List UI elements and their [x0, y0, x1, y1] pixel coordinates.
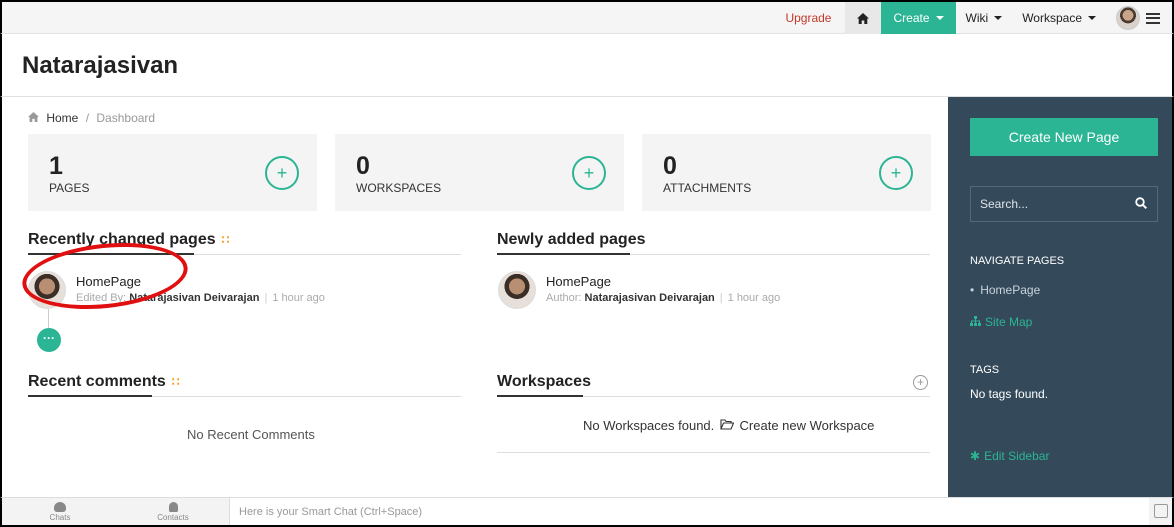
sidebar-item-label: HomePage [980, 283, 1041, 297]
chevron-down-icon [935, 16, 944, 20]
home-icon [28, 112, 39, 125]
smart-chat-field [229, 498, 1149, 525]
breadcrumb: Home / Dashboard [28, 111, 155, 125]
chat-bubble-icon [54, 502, 66, 512]
right-sidebar: Create New Page NAVIGATE PAGES • HomePage… [948, 97, 1174, 497]
page-meta: Author: Natarajasivan Deivarajan | 1 hour … [546, 292, 781, 304]
section-divider [497, 452, 930, 453]
chevron-down-icon [1088, 16, 1096, 20]
smart-chat-bar: Chats Contacts [0, 497, 1174, 527]
create-menu-button[interactable]: Create [881, 2, 956, 34]
workspaces-label: WORKSPACES [356, 181, 442, 195]
add-attachment-button[interactable]: + [879, 156, 913, 190]
dashboard-main: Home / Dashboard 1 PAGES + 0 WORKSPACES … [0, 97, 948, 497]
add-workspace-button[interactable]: + [572, 156, 606, 190]
upgrade-link[interactable]: Upgrade [775, 2, 845, 34]
no-workspaces-label: No Workspaces found. [583, 418, 715, 433]
breadcrumb-current: Dashboard [96, 111, 156, 125]
edit-sidebar-label: Edit Sidebar [984, 449, 1050, 463]
top-navbar: Upgrade Create Wiki Workspace [0, 0, 1174, 34]
avatar [1116, 6, 1140, 30]
breadcrumb-separator: / [85, 111, 90, 125]
smart-chat-input[interactable] [230, 498, 1149, 525]
contacts-tab[interactable]: Contacts [143, 502, 203, 522]
author-link[interactable]: Natarajasivan Deivarajan [585, 292, 715, 304]
workspace-menu-button[interactable]: Workspace [1012, 2, 1106, 34]
timeline-line [48, 309, 49, 328]
sitemap-icon [970, 315, 981, 329]
top-nav-menu: Upgrade Create Wiki Workspace [775, 2, 1166, 34]
recent-comments-title: Recent comments [28, 373, 166, 390]
newly-added-title: Newly added pages [497, 231, 646, 248]
search-input[interactable] [971, 187, 1131, 221]
attachments-label: ATTACHMENTS [663, 181, 752, 195]
empty-workspaces-text: No Workspaces found. Create new Workspac… [583, 418, 874, 433]
chats-label: Chats [49, 513, 71, 522]
workspaces-count: 0 [356, 152, 370, 180]
home-icon [857, 12, 870, 24]
page-header: Natarajasivan [0, 34, 1174, 97]
pages-count: 1 [49, 152, 63, 180]
avatar [498, 271, 536, 309]
rss-icon[interactable]: ∷ [222, 233, 230, 247]
create-new-page-button[interactable]: Create New Page [970, 118, 1158, 156]
recent-comments-heading: Recent comments ∷ [28, 373, 179, 391]
user-menu-button[interactable] [1106, 2, 1166, 34]
edit-sidebar-link[interactable]: ✱ Edit Sidebar [970, 449, 1049, 463]
timestamp: 1 hour ago [727, 292, 781, 304]
tags-heading: TAGS [970, 364, 1000, 376]
add-workspace-icon[interactable]: + [913, 375, 928, 390]
sidebar-search [970, 186, 1158, 222]
workspaces-stat-card: 0 WORKSPACES + [335, 134, 624, 211]
site-map-link[interactable]: Site Map [970, 315, 1032, 329]
newly-added-heading: Newly added pages [497, 231, 646, 249]
timestamp: 1 hour ago [272, 292, 325, 304]
create-menu-label: Create [893, 11, 930, 25]
workspace-menu-label: Workspace [1022, 11, 1082, 25]
page-link[interactable]: HomePage [546, 274, 611, 289]
gear-icon: ✱ [970, 449, 981, 463]
rss-icon[interactable]: ∷ [172, 375, 180, 389]
create-workspace-link[interactable]: Create new Workspace [740, 418, 875, 433]
chat-options-icon[interactable] [1154, 504, 1168, 518]
sidebar-item-homepage[interactable]: • HomePage [970, 283, 1040, 297]
breadcrumb-home-link[interactable]: Home [46, 111, 78, 125]
search-icon[interactable] [1135, 197, 1147, 209]
page-title: Natarajasivan [22, 52, 179, 79]
section-divider [497, 253, 930, 255]
workspaces-heading: Workspaces [497, 373, 591, 391]
no-tags-text: No tags found. [970, 387, 1049, 401]
navigate-pages-heading: NAVIGATE PAGES [970, 255, 1065, 267]
person-icon [168, 502, 178, 512]
wiki-menu-button[interactable]: Wiki [956, 2, 1013, 34]
wiki-menu-label: Wiki [965, 11, 989, 25]
section-divider [497, 395, 930, 397]
pages-label: PAGES [49, 181, 90, 195]
chats-tab[interactable]: Chats [30, 502, 90, 522]
more-button[interactable]: ··· [37, 328, 61, 352]
home-nav-button[interactable] [845, 2, 882, 34]
contacts-label: Contacts [157, 513, 189, 522]
add-page-button[interactable]: + [265, 156, 299, 190]
chevron-down-icon [994, 16, 1003, 20]
attachments-stat-card: 0 ATTACHMENTS + [642, 134, 931, 211]
bullet-icon: • [970, 283, 975, 297]
hamburger-menu-icon [1146, 12, 1160, 24]
pages-stat-card: 1 PAGES + [28, 134, 317, 211]
section-divider [28, 395, 461, 397]
attachments-count: 0 [663, 152, 677, 180]
list-item: HomePage Author: Natarajasivan Deivaraja… [498, 271, 898, 311]
empty-comments-text: No Recent Comments [187, 427, 315, 442]
site-map-label: Site Map [985, 315, 1033, 329]
folder-open-icon [720, 418, 735, 433]
workspaces-title: Workspaces [497, 373, 591, 390]
meta-prefix: Author: [546, 292, 582, 304]
